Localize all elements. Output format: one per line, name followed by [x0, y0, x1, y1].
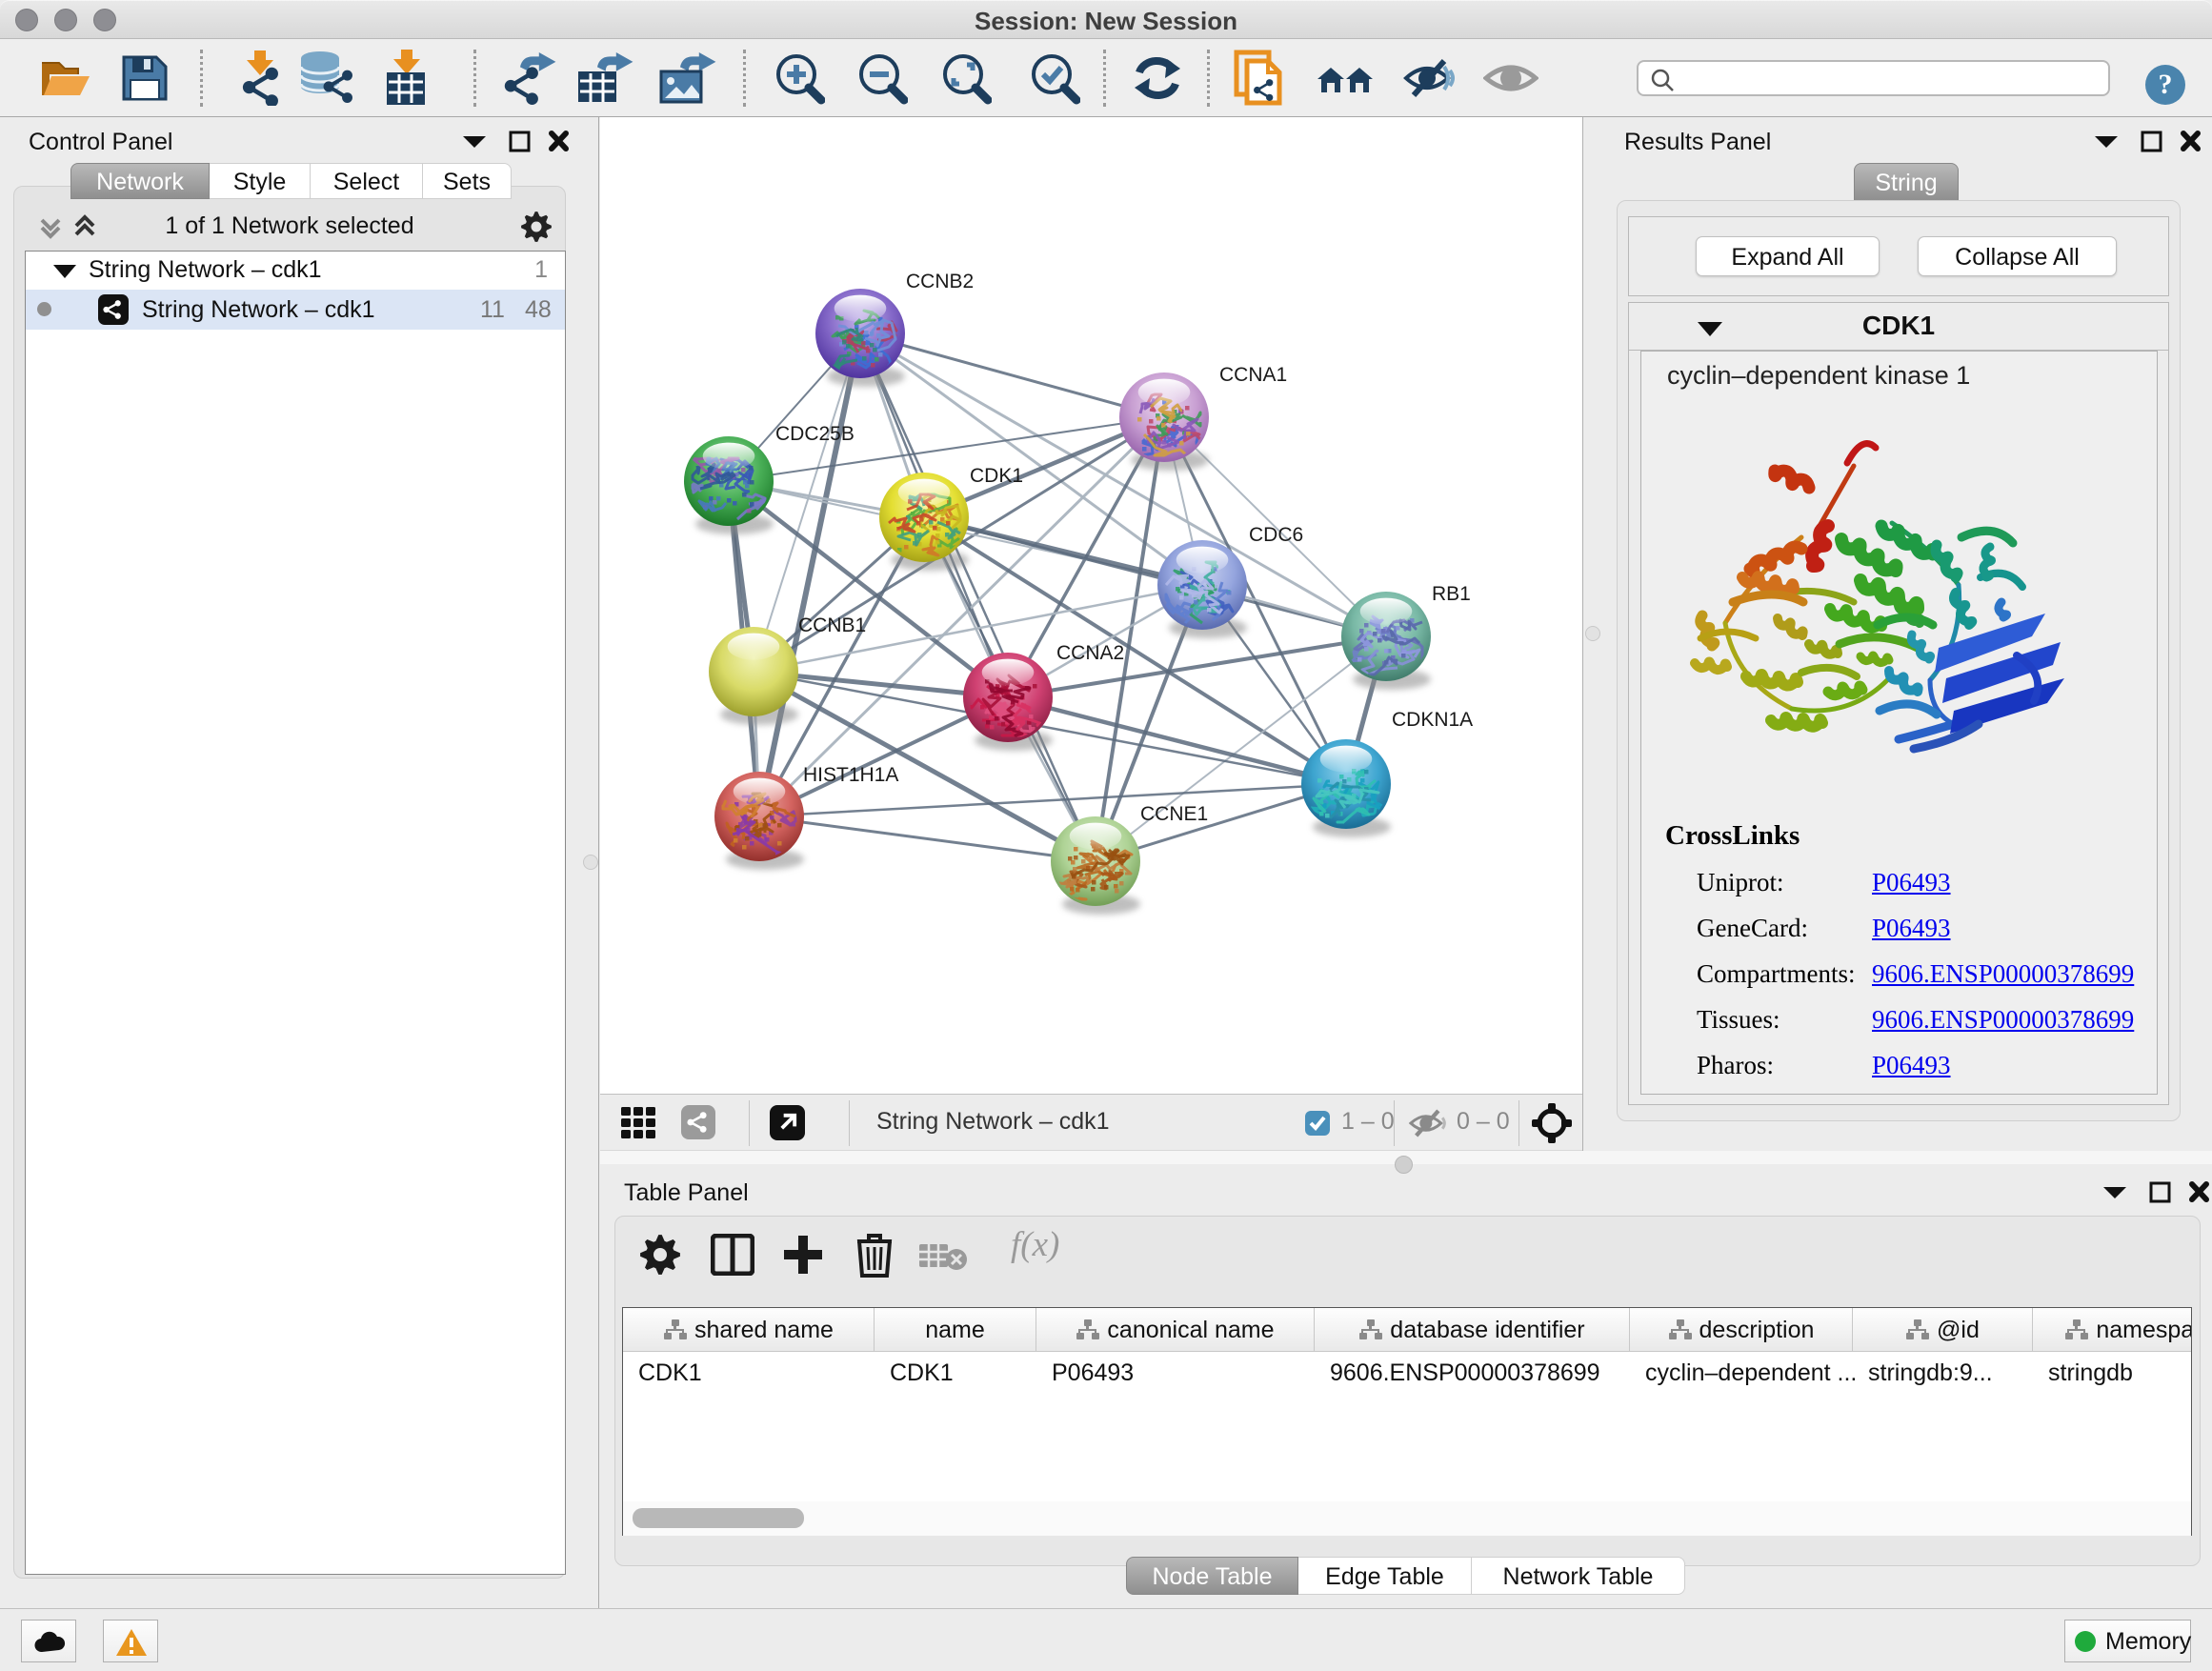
svg-text:CDC25B: CDC25B	[775, 423, 855, 445]
svg-text:CDC6: CDC6	[1249, 524, 1303, 546]
svg-text:CDK1: CDK1	[970, 465, 1023, 487]
svg-text:CCNA2: CCNA2	[1056, 642, 1124, 664]
svg-text:RB1: RB1	[1432, 583, 1471, 605]
svg-text:CCNE1: CCNE1	[1140, 803, 1208, 825]
svg-text:CCNA1: CCNA1	[1219, 364, 1287, 386]
svg-text:CDKN1A: CDKN1A	[1392, 709, 1473, 731]
svg-text:CCNB1: CCNB1	[798, 614, 866, 636]
svg-text:CCNB2: CCNB2	[906, 271, 974, 292]
svg-text:HIST1H1A: HIST1H1A	[803, 764, 898, 786]
